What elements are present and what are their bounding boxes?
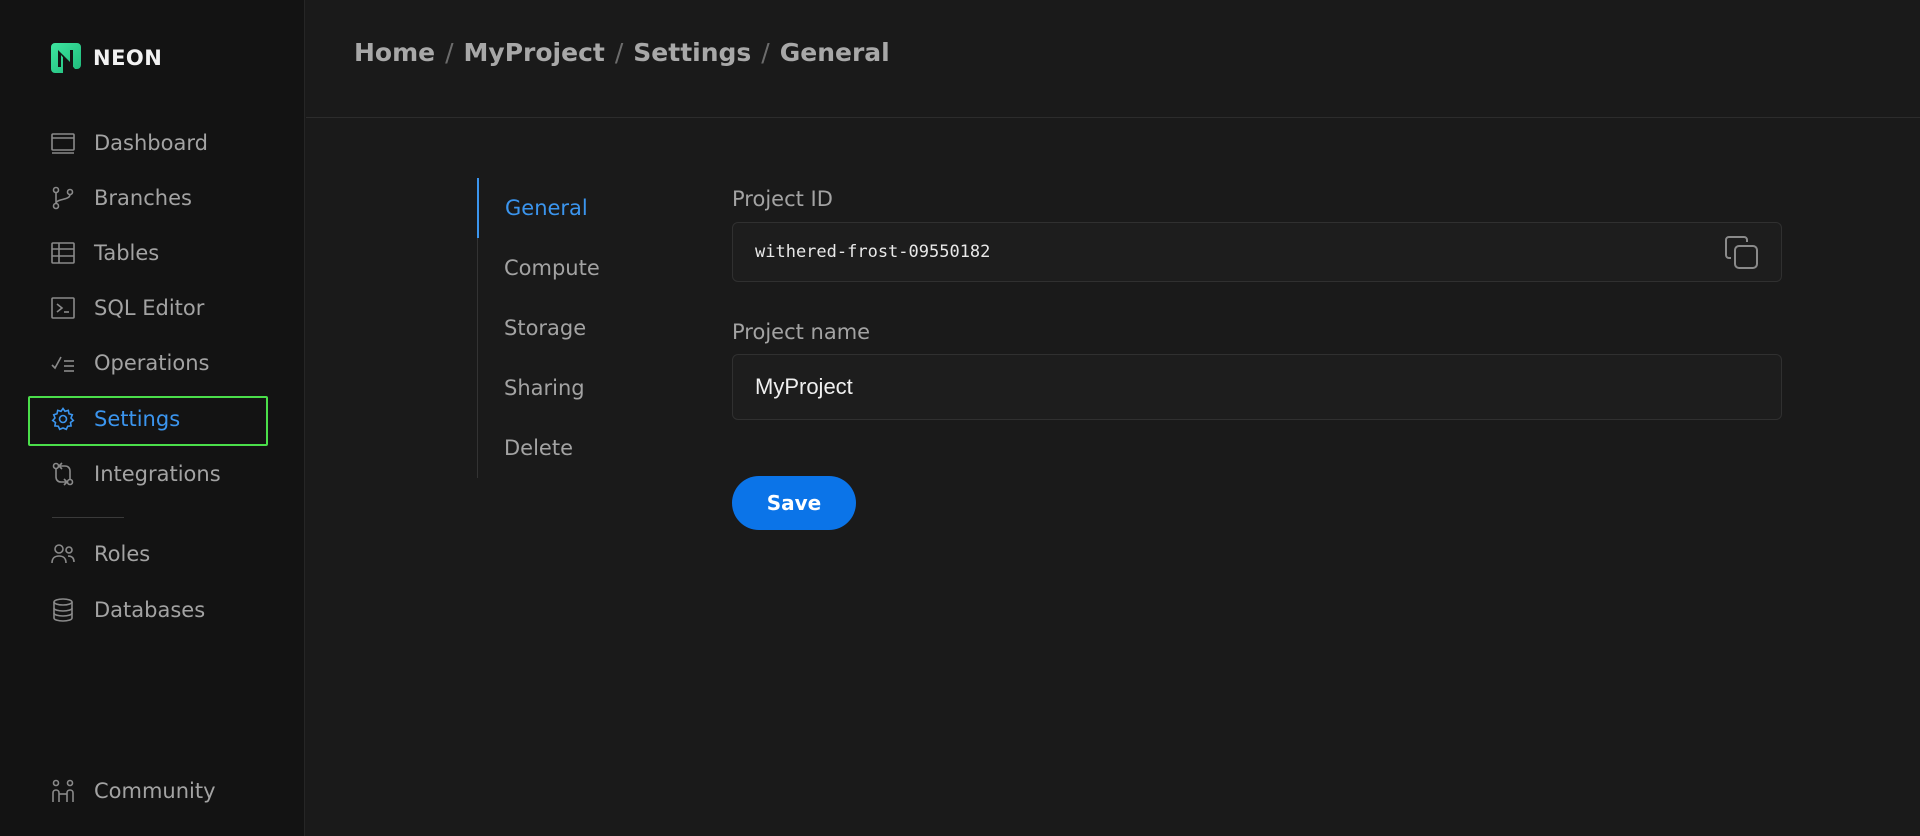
copy-icon[interactable] xyxy=(1723,234,1761,276)
sidebar-item-label: Operations xyxy=(94,351,210,375)
settings-nav-compute[interactable]: Compute xyxy=(478,238,678,298)
sidebar-item-roles[interactable]: Roles xyxy=(50,537,260,571)
sidebar-item-branches[interactable]: Branches xyxy=(50,181,260,215)
sidebar-item-label: Roles xyxy=(94,542,151,566)
community-icon xyxy=(52,779,74,802)
sidebar-item-dashboard[interactable]: Dashboard xyxy=(50,126,260,160)
breadcrumb-project[interactable]: MyProject xyxy=(464,38,605,67)
sidebar-item-databases[interactable]: Databases xyxy=(50,593,260,627)
settings-nav: General Compute Storage Sharing Delete xyxy=(477,178,677,478)
gear-icon xyxy=(51,407,75,431)
users-icon xyxy=(51,544,75,564)
neon-logo[interactable]: NEON xyxy=(49,41,162,75)
project-name-label: Project name xyxy=(732,320,871,344)
project-id-label: Project ID xyxy=(732,187,833,211)
settings-nav-delete[interactable]: Delete xyxy=(478,418,678,478)
sidebar-item-label: Community xyxy=(94,779,216,803)
sidebar-item-label: Dashboard xyxy=(94,131,208,155)
project-id-field: withered-frost-09550182 xyxy=(732,222,1782,282)
sidebar-item-label: Branches xyxy=(94,186,192,210)
sidebar-item-settings[interactable]: Settings xyxy=(40,394,260,444)
breadcrumb-current: General xyxy=(779,38,890,67)
topbar: Home / MyProject / Settings / General xyxy=(306,0,1920,118)
dashboard-icon xyxy=(51,133,75,154)
sidebar-item-integrations[interactable]: Integrations xyxy=(50,457,260,491)
table-icon xyxy=(51,242,75,264)
database-icon xyxy=(53,598,73,622)
sidebar-item-label: Settings xyxy=(94,407,181,431)
neon-logo-icon xyxy=(49,41,83,75)
nav-divider xyxy=(52,517,124,518)
project-id-value[interactable]: withered-frost-09550182 xyxy=(755,242,990,262)
settings-nav-sharing[interactable]: Sharing xyxy=(478,358,678,418)
breadcrumb-separator: / xyxy=(445,38,454,67)
settings-nav-storage[interactable]: Storage xyxy=(478,298,678,358)
integrations-icon xyxy=(52,462,74,486)
sidebar-item-operations[interactable]: Operations xyxy=(50,346,260,380)
terminal-icon xyxy=(51,297,75,319)
sidebar-item-label: Databases xyxy=(94,598,206,622)
save-button[interactable]: Save xyxy=(732,476,856,530)
branch-icon xyxy=(52,186,74,210)
sidebar-item-label: Tables xyxy=(94,241,160,265)
checklist-icon xyxy=(51,356,74,372)
breadcrumb-separator: / xyxy=(761,38,770,67)
breadcrumb-separator: / xyxy=(614,38,624,67)
project-name-input[interactable] xyxy=(755,374,1781,400)
sidebar-item-label: SQL Editor xyxy=(94,296,205,320)
project-name-field xyxy=(732,354,1782,420)
sidebar-item-sql-editor[interactable]: SQL Editor xyxy=(50,291,260,325)
settings-nav-general[interactable]: General xyxy=(477,178,677,238)
breadcrumb-home[interactable]: Home xyxy=(354,38,435,67)
sidebar-item-community[interactable]: Community xyxy=(50,774,260,808)
logo-text: NEON xyxy=(93,46,163,70)
sidebar-item-label: Integrations xyxy=(94,462,221,486)
sidebar: NEON Dashboard Branches Tables SQL Edito… xyxy=(0,0,305,836)
sidebar-item-tables[interactable]: Tables xyxy=(50,236,260,270)
breadcrumb: Home / MyProject / Settings / General xyxy=(354,38,890,67)
breadcrumb-settings[interactable]: Settings xyxy=(633,38,751,67)
